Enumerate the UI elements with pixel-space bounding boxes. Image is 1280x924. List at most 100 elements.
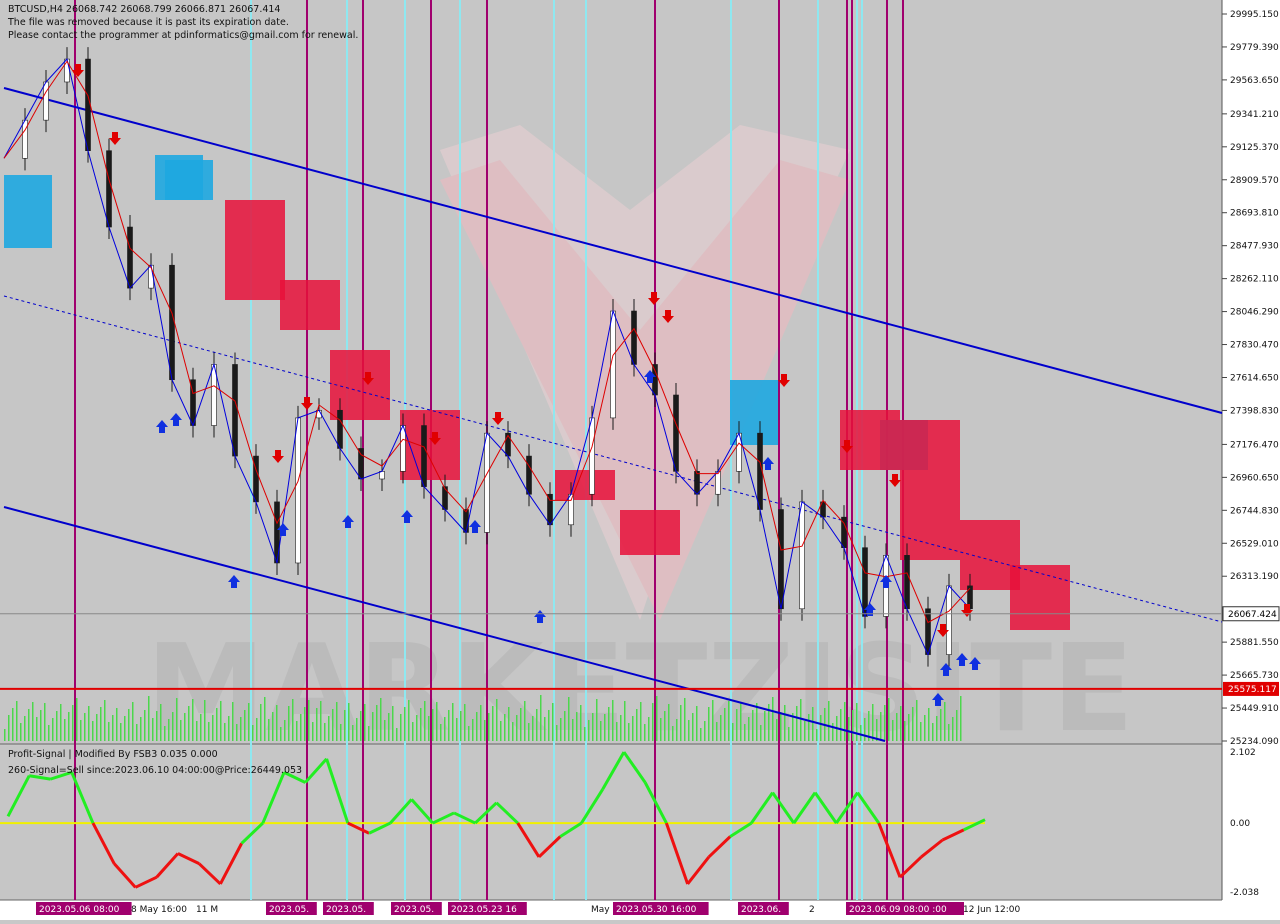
bear-cloud-segment (225, 200, 285, 300)
bear-cloud-segment (555, 470, 615, 500)
chart-window[interactable]: MARKETZISITE 26067.42425575.117 29995.15… (0, 0, 1280, 920)
volume-bar (892, 720, 894, 741)
price-tick-label: 25449.910 (1230, 704, 1279, 714)
volume-bar (708, 707, 710, 741)
volume-bar (292, 699, 294, 741)
candle-body (862, 547, 868, 617)
volume-bar (104, 700, 106, 741)
price-tick-label: 26744.830 (1230, 506, 1279, 516)
volume-bar (40, 710, 42, 741)
volume-bar (948, 724, 950, 741)
volume-bar (756, 703, 758, 741)
volume-bar (336, 702, 338, 741)
candle-body (652, 364, 658, 396)
volume-bar (772, 697, 774, 741)
volume-bar (300, 714, 302, 741)
volume-bar (952, 717, 954, 741)
volume-bar (364, 704, 366, 741)
price-tick-label: 26960.650 (1230, 473, 1279, 483)
volume-bar (320, 701, 322, 741)
volume-bar (456, 718, 458, 741)
candle-body (715, 471, 721, 495)
volume-bar (68, 712, 70, 741)
chart-canvas[interactable]: MARKETZISITE 26067.42425575.117 29995.15… (0, 0, 1280, 920)
volume-bar (828, 701, 830, 741)
volume-bar (100, 707, 102, 741)
volume-bar (804, 721, 806, 741)
volume-bar (200, 714, 202, 741)
volume-bar (512, 722, 514, 741)
volume-bar (480, 705, 482, 741)
price-tick-label: 26529.010 (1230, 539, 1279, 549)
volume-bar (236, 724, 238, 741)
volume-bar (704, 721, 706, 741)
volume-bar (76, 698, 78, 741)
candle-body (295, 417, 301, 564)
volume-bar (900, 706, 902, 741)
volume-bar (592, 713, 594, 741)
volume-bar (504, 714, 506, 741)
volume-bar (192, 699, 194, 741)
volume-bar (476, 712, 478, 741)
volume-bar (940, 709, 942, 741)
volume-bar (180, 720, 182, 741)
volume-bar (624, 701, 626, 741)
price-tick-label: 29995.150 (1230, 10, 1279, 20)
candle-body (463, 509, 469, 533)
time-label: 8 May 16:00 (131, 905, 187, 915)
volume-bar (648, 717, 650, 741)
volume-bar (604, 714, 606, 741)
volume-bar (360, 711, 362, 741)
volume-bar (148, 696, 150, 741)
volume-bar (748, 717, 750, 741)
volume-bar (796, 706, 798, 741)
volume-bar (108, 722, 110, 741)
volume-bar (212, 715, 214, 741)
volume-bar (572, 719, 574, 741)
volume-bar (396, 728, 398, 741)
volume-bar (380, 698, 382, 741)
volume-bar (332, 709, 334, 741)
volume-bar (188, 706, 190, 741)
volume-bar (488, 713, 490, 741)
volume-bar (652, 703, 654, 741)
volume-bar (600, 721, 602, 741)
volume-bar (452, 703, 454, 741)
volume-bar (280, 727, 282, 741)
volume-bar (428, 716, 430, 741)
volume-bar (660, 718, 662, 741)
volume-bar (340, 724, 342, 741)
bull-cloud-segment (4, 175, 52, 248)
volume-bar (196, 721, 198, 741)
price-tick-label: 27830.470 (1230, 341, 1279, 351)
candle-body (673, 394, 679, 472)
volume-bar (328, 716, 330, 741)
volume-bar (712, 700, 714, 741)
volume-bar (440, 724, 442, 741)
bear-cloud-segment (400, 410, 460, 480)
volume-bar (844, 702, 846, 741)
volume-bar (272, 712, 274, 741)
volume-bar (580, 705, 582, 741)
volume-bar (12, 708, 14, 741)
oscillator-tick-label: 2.102 (1230, 748, 1256, 758)
indicator-title: Profit-Signal | Modified By FSB3 0.035 0… (8, 749, 218, 760)
time-label: 11 M (196, 905, 218, 915)
volume-bar (856, 703, 858, 741)
volume-bar (612, 700, 614, 741)
volume-bar (872, 704, 874, 741)
time-label: 2023.05. (269, 905, 309, 915)
volume-bar (92, 721, 94, 741)
volume-bar (692, 713, 694, 741)
volume-bar (260, 704, 262, 741)
candle-body (568, 493, 574, 526)
volume-bar (208, 722, 210, 741)
volume-bar (676, 719, 678, 741)
candle-body (358, 448, 364, 480)
candle-body (22, 119, 28, 159)
candle-body (904, 555, 910, 610)
volume-bar (780, 712, 782, 741)
volume-bar (672, 726, 674, 741)
volume-bar (120, 723, 122, 741)
volume-bar (556, 725, 558, 741)
